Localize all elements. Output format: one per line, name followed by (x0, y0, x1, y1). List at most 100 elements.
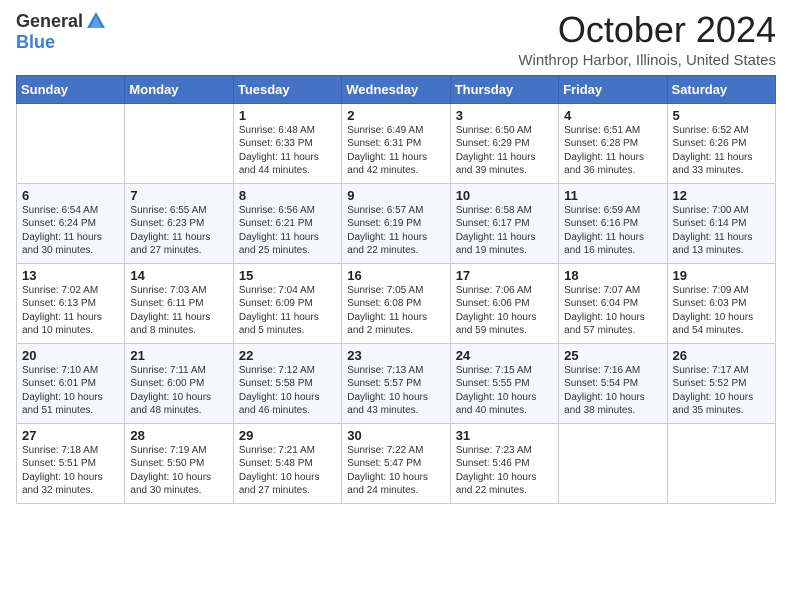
day-number: 29 (239, 428, 336, 443)
day-info: Sunrise: 7:21 AMSunset: 5:48 PMDaylight:… (239, 444, 336, 498)
calendar-week-row: 1Sunrise: 6:48 AMSunset: 6:33 PMDaylight… (17, 103, 776, 183)
calendar-cell: 28Sunrise: 7:19 AMSunset: 5:50 PMDayligh… (125, 423, 233, 503)
logo-general-text: General (16, 11, 83, 32)
calendar-cell: 9Sunrise: 6:57 AMSunset: 6:19 PMDaylight… (342, 183, 450, 263)
day-number: 22 (239, 348, 336, 363)
day-info: Sunrise: 7:04 AMSunset: 6:09 PMDaylight:… (239, 284, 336, 338)
day-info: Sunrise: 6:50 AMSunset: 6:29 PMDaylight:… (456, 124, 553, 178)
calendar-cell (125, 103, 233, 183)
day-info: Sunrise: 7:07 AMSunset: 6:04 PMDaylight:… (564, 284, 661, 338)
day-info: Sunrise: 6:49 AMSunset: 6:31 PMDaylight:… (347, 124, 444, 178)
day-info: Sunrise: 6:51 AMSunset: 6:28 PMDaylight:… (564, 124, 661, 178)
calendar-cell: 4Sunrise: 6:51 AMSunset: 6:28 PMDaylight… (559, 103, 667, 183)
day-info: Sunrise: 6:57 AMSunset: 6:19 PMDaylight:… (347, 204, 444, 258)
day-info: Sunrise: 6:59 AMSunset: 6:16 PMDaylight:… (564, 204, 661, 258)
day-info: Sunrise: 7:10 AMSunset: 6:01 PMDaylight:… (22, 364, 119, 418)
calendar-table: SundayMondayTuesdayWednesdayThursdayFrid… (16, 75, 776, 504)
calendar-cell: 15Sunrise: 7:04 AMSunset: 6:09 PMDayligh… (233, 263, 341, 343)
day-info: Sunrise: 6:56 AMSunset: 6:21 PMDaylight:… (239, 204, 336, 258)
day-number: 20 (22, 348, 119, 363)
calendar-week-row: 27Sunrise: 7:18 AMSunset: 5:51 PMDayligh… (17, 423, 776, 503)
day-info: Sunrise: 7:12 AMSunset: 5:58 PMDaylight:… (239, 364, 336, 418)
day-info: Sunrise: 6:52 AMSunset: 6:26 PMDaylight:… (673, 124, 770, 178)
calendar-cell: 10Sunrise: 6:58 AMSunset: 6:17 PMDayligh… (450, 183, 558, 263)
day-number: 9 (347, 188, 444, 203)
weekday-header: Thursday (450, 75, 558, 103)
day-number: 15 (239, 268, 336, 283)
calendar-cell: 6Sunrise: 6:54 AMSunset: 6:24 PMDaylight… (17, 183, 125, 263)
calendar-cell: 17Sunrise: 7:06 AMSunset: 6:06 PMDayligh… (450, 263, 558, 343)
day-number: 8 (239, 188, 336, 203)
day-number: 28 (130, 428, 227, 443)
day-info: Sunrise: 7:13 AMSunset: 5:57 PMDaylight:… (347, 364, 444, 418)
day-info: Sunrise: 7:05 AMSunset: 6:08 PMDaylight:… (347, 284, 444, 338)
day-info: Sunrise: 7:16 AMSunset: 5:54 PMDaylight:… (564, 364, 661, 418)
logo-blue-text: Blue (16, 32, 55, 53)
calendar-cell: 11Sunrise: 6:59 AMSunset: 6:16 PMDayligh… (559, 183, 667, 263)
day-number: 21 (130, 348, 227, 363)
day-number: 10 (456, 188, 553, 203)
day-number: 19 (673, 268, 770, 283)
calendar-cell: 1Sunrise: 6:48 AMSunset: 6:33 PMDaylight… (233, 103, 341, 183)
day-info: Sunrise: 7:23 AMSunset: 5:46 PMDaylight:… (456, 444, 553, 498)
calendar-cell: 22Sunrise: 7:12 AMSunset: 5:58 PMDayligh… (233, 343, 341, 423)
logo: General (16, 10, 107, 32)
day-info: Sunrise: 6:55 AMSunset: 6:23 PMDaylight:… (130, 204, 227, 258)
day-number: 13 (22, 268, 119, 283)
logo-area: General Blue (16, 10, 107, 53)
calendar-cell: 21Sunrise: 7:11 AMSunset: 6:00 PMDayligh… (125, 343, 233, 423)
calendar-week-row: 20Sunrise: 7:10 AMSunset: 6:01 PMDayligh… (17, 343, 776, 423)
day-number: 4 (564, 108, 661, 123)
weekday-header: Monday (125, 75, 233, 103)
calendar-cell: 14Sunrise: 7:03 AMSunset: 6:11 PMDayligh… (125, 263, 233, 343)
month-title: October 2024 (518, 10, 776, 50)
day-number: 17 (456, 268, 553, 283)
day-info: Sunrise: 7:06 AMSunset: 6:06 PMDaylight:… (456, 284, 553, 338)
day-number: 3 (456, 108, 553, 123)
day-number: 30 (347, 428, 444, 443)
weekday-header: Wednesday (342, 75, 450, 103)
calendar-week-row: 6Sunrise: 6:54 AMSunset: 6:24 PMDaylight… (17, 183, 776, 263)
calendar-cell: 2Sunrise: 6:49 AMSunset: 6:31 PMDaylight… (342, 103, 450, 183)
page: General Blue October 2024 Winthrop Harbo… (0, 0, 792, 612)
calendar-cell: 7Sunrise: 6:55 AMSunset: 6:23 PMDaylight… (125, 183, 233, 263)
day-number: 18 (564, 268, 661, 283)
day-info: Sunrise: 7:09 AMSunset: 6:03 PMDaylight:… (673, 284, 770, 338)
calendar-cell: 12Sunrise: 7:00 AMSunset: 6:14 PMDayligh… (667, 183, 775, 263)
day-info: Sunrise: 6:48 AMSunset: 6:33 PMDaylight:… (239, 124, 336, 178)
calendar-cell: 29Sunrise: 7:21 AMSunset: 5:48 PMDayligh… (233, 423, 341, 503)
calendar-cell: 13Sunrise: 7:02 AMSunset: 6:13 PMDayligh… (17, 263, 125, 343)
calendar-cell: 27Sunrise: 7:18 AMSunset: 5:51 PMDayligh… (17, 423, 125, 503)
day-number: 25 (564, 348, 661, 363)
logo-icon (85, 10, 107, 32)
calendar-cell: 23Sunrise: 7:13 AMSunset: 5:57 PMDayligh… (342, 343, 450, 423)
day-number: 7 (130, 188, 227, 203)
day-info: Sunrise: 7:15 AMSunset: 5:55 PMDaylight:… (456, 364, 553, 418)
day-number: 1 (239, 108, 336, 123)
day-info: Sunrise: 7:03 AMSunset: 6:11 PMDaylight:… (130, 284, 227, 338)
weekday-header: Saturday (667, 75, 775, 103)
day-number: 11 (564, 188, 661, 203)
day-number: 14 (130, 268, 227, 283)
header: General Blue October 2024 Winthrop Harbo… (16, 10, 776, 69)
calendar-cell: 24Sunrise: 7:15 AMSunset: 5:55 PMDayligh… (450, 343, 558, 423)
calendar-cell: 5Sunrise: 6:52 AMSunset: 6:26 PMDaylight… (667, 103, 775, 183)
day-info: Sunrise: 7:19 AMSunset: 5:50 PMDaylight:… (130, 444, 227, 498)
day-number: 27 (22, 428, 119, 443)
calendar-cell: 26Sunrise: 7:17 AMSunset: 5:52 PMDayligh… (667, 343, 775, 423)
day-number: 12 (673, 188, 770, 203)
weekday-header: Friday (559, 75, 667, 103)
calendar-week-row: 13Sunrise: 7:02 AMSunset: 6:13 PMDayligh… (17, 263, 776, 343)
day-number: 26 (673, 348, 770, 363)
calendar-cell: 30Sunrise: 7:22 AMSunset: 5:47 PMDayligh… (342, 423, 450, 503)
weekday-header: Sunday (17, 75, 125, 103)
day-info: Sunrise: 7:00 AMSunset: 6:14 PMDaylight:… (673, 204, 770, 258)
calendar-cell: 16Sunrise: 7:05 AMSunset: 6:08 PMDayligh… (342, 263, 450, 343)
calendar-cell: 25Sunrise: 7:16 AMSunset: 5:54 PMDayligh… (559, 343, 667, 423)
day-number: 24 (456, 348, 553, 363)
day-number: 16 (347, 268, 444, 283)
calendar-cell: 8Sunrise: 6:56 AMSunset: 6:21 PMDaylight… (233, 183, 341, 263)
calendar-cell: 31Sunrise: 7:23 AMSunset: 5:46 PMDayligh… (450, 423, 558, 503)
day-info: Sunrise: 7:18 AMSunset: 5:51 PMDaylight:… (22, 444, 119, 498)
calendar-cell: 3Sunrise: 6:50 AMSunset: 6:29 PMDaylight… (450, 103, 558, 183)
